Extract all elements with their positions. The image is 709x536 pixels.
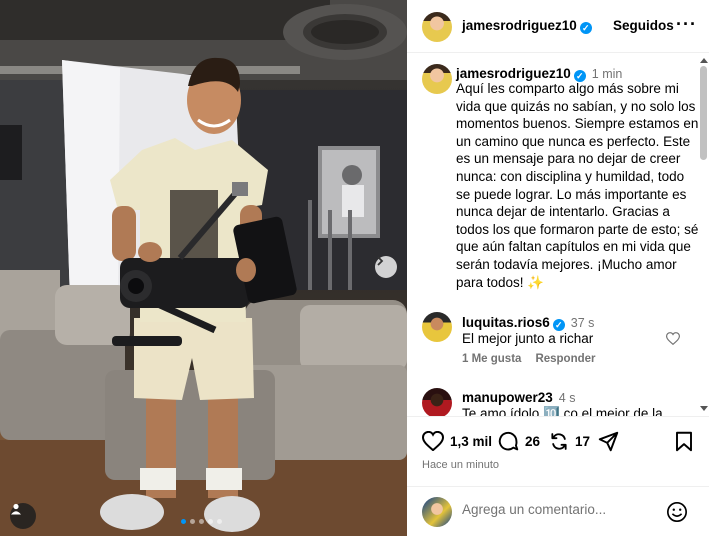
comment-input[interactable] <box>462 502 662 517</box>
comment-username-text: luquitas.rios6 <box>462 315 550 330</box>
comment-username[interactable]: luquitas.rios6 ✓ 37 s <box>462 315 594 331</box>
comment-button[interactable]: 26 <box>498 431 540 452</box>
carousel-dot <box>199 519 204 524</box>
comment-composer <box>407 486 709 536</box>
comment-time: 4 s <box>558 391 576 405</box>
carousel-next-button[interactable] <box>375 256 397 278</box>
comment-meta: 1 Me gusta Responder <box>462 353 610 365</box>
scrollbar-thumb[interactable] <box>700 66 707 160</box>
carousel-dot-active <box>181 519 186 524</box>
following-button[interactable]: Seguidos <box>613 18 674 33</box>
heart-icon <box>422 431 444 451</box>
caption-time: 1 min <box>591 67 623 81</box>
photo-illustration <box>0 0 407 536</box>
user-tag-icon <box>11 503 21 515</box>
repost-button[interactable]: 17 <box>549 431 590 452</box>
post-side-panel: jamesrodriguez10 ✓ Seguidos ··· jamesrodr… <box>407 0 709 536</box>
comment-icon <box>498 431 519 451</box>
user-tag-button[interactable] <box>10 503 36 529</box>
scroll-down-arrow[interactable] <box>700 406 708 411</box>
author-username-text: jamesrodriguez10 <box>462 18 577 33</box>
like-button[interactable]: 1,3 mil <box>422 431 492 451</box>
bookmark-icon <box>676 431 692 452</box>
save-button[interactable] <box>675 431 693 452</box>
comments-scrollbar[interactable] <box>698 54 708 416</box>
caption-author-text: jamesrodriguez10 <box>456 66 571 81</box>
comment-like-icon[interactable] <box>666 332 680 345</box>
carousel-dot <box>208 519 213 524</box>
post-timestamp: Hace un minuto <box>422 459 500 471</box>
carousel-dot <box>190 519 195 524</box>
post-header: jamesrodriguez10 ✓ Seguidos ··· <box>407 0 709 53</box>
commenter-avatar[interactable] <box>422 312 452 342</box>
repost-icon <box>551 433 567 450</box>
comments-count: 26 <box>525 434 541 449</box>
post-photo <box>0 0 407 536</box>
comments-scroll-area[interactable]: jamesrodriguez10 ✓ 1 min Aquí les comparto… <box>407 54 709 416</box>
commenter-avatar[interactable] <box>422 388 452 416</box>
likes-count: 1,3 mil <box>450 433 493 449</box>
share-icon <box>598 431 619 452</box>
author-username[interactable]: jamesrodriguez10 ✓ <box>462 18 592 34</box>
chevron-right-icon <box>377 256 384 266</box>
comment-time: 37 s <box>570 316 595 330</box>
comment-text: El mejor junto a richar <box>462 331 594 346</box>
comment-reply-button[interactable]: Responder <box>535 353 595 365</box>
share-button[interactable] <box>598 431 619 452</box>
more-options-icon[interactable]: ··· <box>676 14 697 35</box>
carousel-indicator <box>181 519 222 524</box>
current-user-avatar <box>422 497 452 527</box>
comment-likes-link[interactable]: 1 Me gusta <box>462 353 521 365</box>
comment-text: Te amo ídolo 🔟 co el mejor de la <box>462 406 663 416</box>
post-caption: Aquí les comparto algo más sobre mi vida… <box>456 81 699 290</box>
caption-author-avatar[interactable] <box>422 64 452 94</box>
comment-username[interactable]: manupower23 4 s <box>462 390 575 405</box>
comment-username-text: manupower23 <box>462 390 553 405</box>
author-avatar[interactable] <box>422 12 452 42</box>
post-actions: 1,3 mil 26 17 Hace un minuto <box>407 416 709 486</box>
verified-badge-icon: ✓ <box>552 319 565 331</box>
carousel-dot <box>217 519 222 524</box>
emoji-icon[interactable] <box>666 501 688 523</box>
reposts-count: 17 <box>575 434 591 449</box>
scroll-up-arrow[interactable] <box>700 58 708 63</box>
verified-badge-icon: ✓ <box>579 22 592 34</box>
